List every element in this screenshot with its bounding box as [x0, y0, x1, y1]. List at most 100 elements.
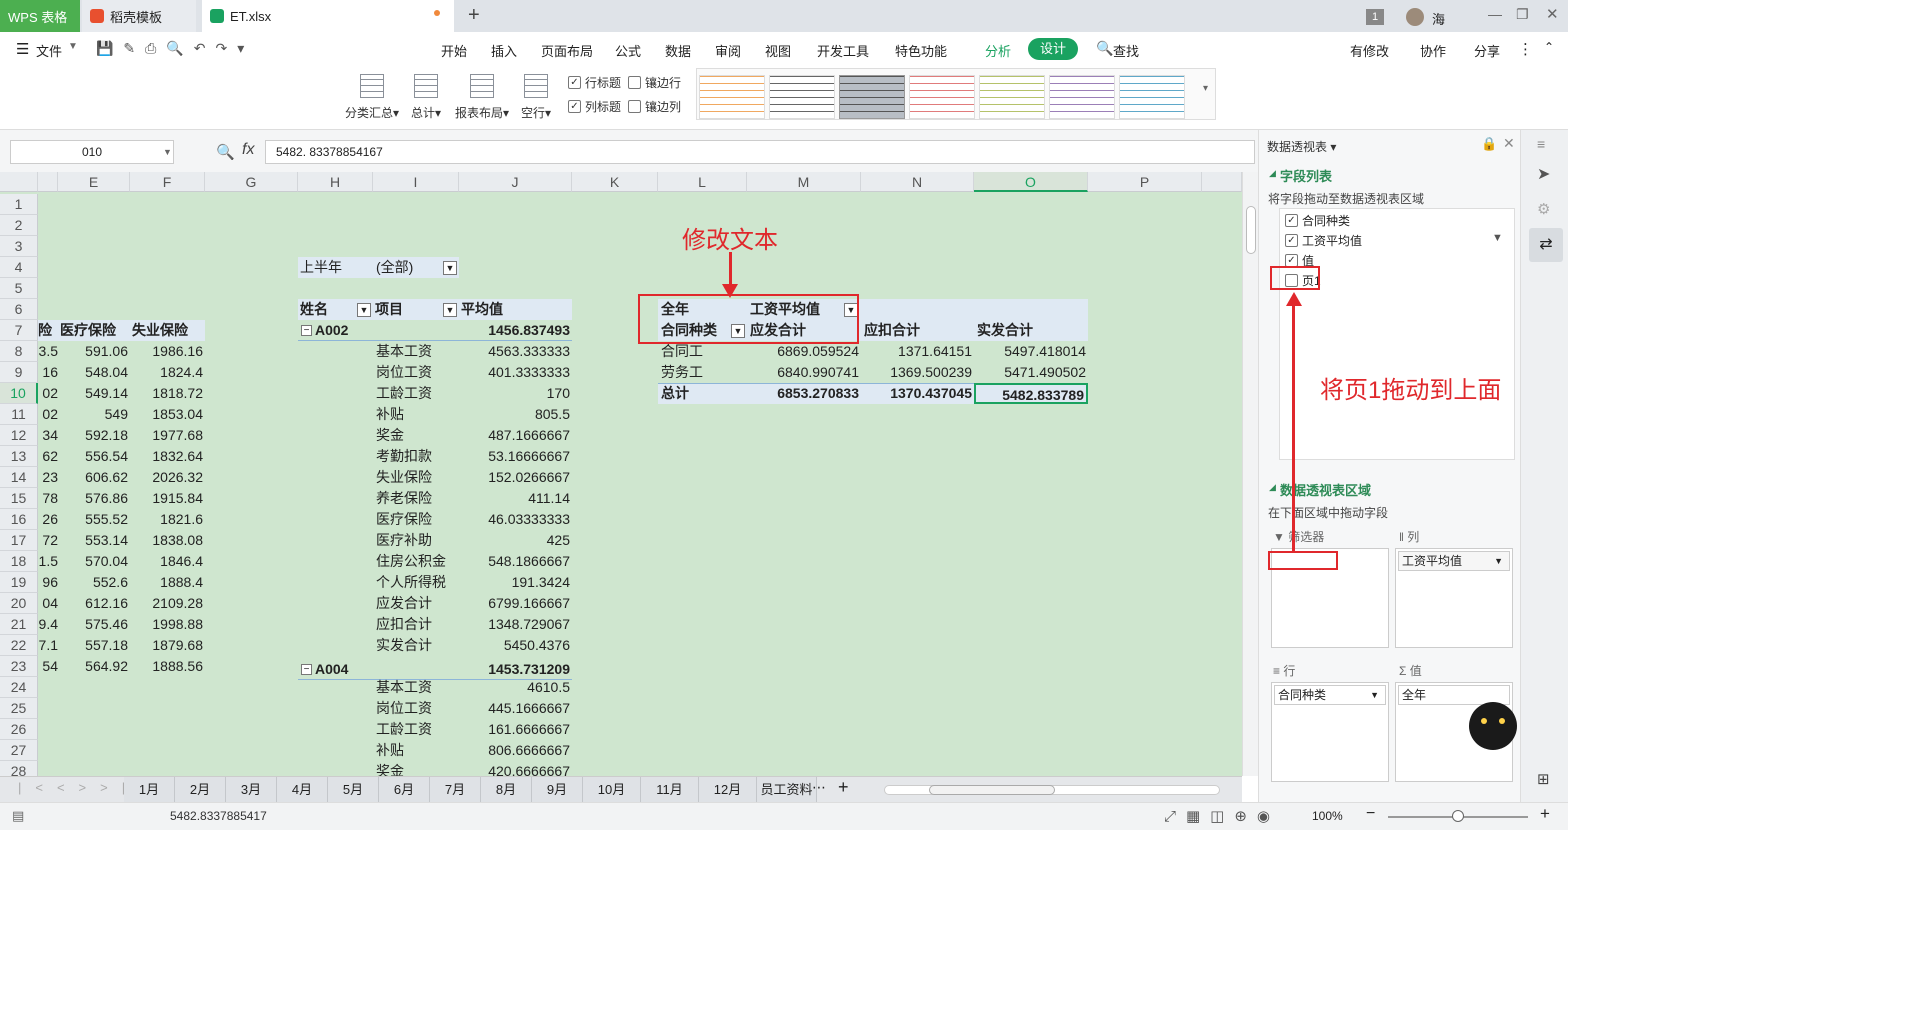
sheet-tab[interactable]: 7月	[430, 777, 481, 803]
macro-icon[interactable]: ▤	[12, 808, 24, 824]
row-header[interactable]: 11	[0, 404, 38, 425]
zoom-level[interactable]: 100%	[1312, 809, 1343, 823]
left-data-cell[interactable]: 1818.72	[130, 383, 203, 404]
pivot1-item-label[interactable]: 奖金	[376, 761, 458, 776]
left-data-cell[interactable]: 1977.68	[130, 425, 203, 446]
pivot1-item-value[interactable]: 53.16666667	[459, 446, 570, 467]
pivot1-item-value[interactable]: 420.6666667	[459, 761, 570, 776]
pivot1-item-label[interactable]: 失业保险	[376, 467, 458, 488]
pivot2-total-gross[interactable]: 6853.270833	[747, 383, 859, 404]
column-header-G[interactable]: G	[205, 172, 298, 192]
left-header-cell[interactable]: 险	[38, 320, 58, 341]
row-header[interactable]: 12	[0, 425, 38, 446]
modified-button[interactable]: 有修改	[1350, 41, 1389, 60]
left-data-cell[interactable]: 553.14	[58, 530, 128, 551]
left-data-cell[interactable]: 34	[38, 425, 58, 446]
column-header-L[interactable]: L	[658, 172, 747, 192]
pivot1-header-avg[interactable]: 平均值	[461, 299, 561, 320]
pivot1-filter-label[interactable]: 上半年	[300, 257, 370, 278]
pivot2-row-value[interactable]: 6869.059524	[747, 341, 859, 362]
pivot1-item-label[interactable]: 应扣合计	[376, 614, 458, 635]
zoom-out-icon[interactable]: −	[1366, 805, 1375, 823]
row-header[interactable]: 1	[0, 194, 38, 215]
style-swatch-selected[interactable]	[839, 75, 905, 119]
pivot1-item-label[interactable]: 工龄工资	[376, 719, 458, 740]
row-header[interactable]: 17	[0, 530, 38, 551]
fx-icon[interactable]: fx	[242, 141, 254, 159]
banded-cols-checkbox[interactable]: 镶边列	[628, 98, 681, 115]
left-data-cell[interactable]: 7.1	[38, 635, 58, 656]
left-data-cell[interactable]: 606.62	[58, 467, 128, 488]
settings-icon[interactable]: ⚙	[1537, 200, 1550, 218]
sheet-tab[interactable]: 员工资料	[757, 777, 817, 803]
filter-funnel-icon[interactable]: ▼	[357, 303, 371, 317]
left-data-cell[interactable]: 02	[38, 404, 58, 425]
pivot-panel-icon[interactable]: ⇄	[1529, 228, 1563, 262]
left-data-cell[interactable]: 549	[58, 404, 128, 425]
selected-cell-O10[interactable]: 5482.833789	[974, 383, 1088, 404]
row-header[interactable]: 25	[0, 698, 38, 719]
left-header-cell[interactable]: 失业保险	[132, 320, 205, 341]
menu-insert[interactable]: 插入	[491, 41, 517, 60]
pivot1-item-value[interactable]: 401.3333333	[459, 362, 570, 383]
expand-icon[interactable]: ◢	[1269, 168, 1276, 179]
pivot1-item-label[interactable]: 补贴	[376, 404, 458, 425]
menu-review[interactable]: 审阅	[715, 41, 741, 60]
row-header[interactable]: 28	[0, 761, 38, 776]
pivot2-header-deduct[interactable]: 应扣合计	[864, 320, 964, 341]
menu-lines-icon[interactable]: ≡	[1537, 136, 1545, 152]
zoom-in-icon[interactable]: +	[1540, 804, 1550, 824]
pivot1-item-value[interactable]: 4563.333333	[459, 341, 570, 362]
row-header[interactable]: 14	[0, 467, 38, 488]
checkbox-icon[interactable]: ✓	[1285, 234, 1298, 247]
pivot1-item-label[interactable]: 岗位工资	[376, 698, 458, 719]
sheet-tab[interactable]: 11月	[641, 777, 699, 803]
pivot1-item-label[interactable]: 考勤扣款	[376, 446, 458, 467]
left-data-cell[interactable]: 570.04	[58, 551, 128, 572]
formula-input[interactable]: 5482. 83378854167	[265, 140, 1255, 164]
row-header[interactable]: 20	[0, 593, 38, 614]
pivot2-row-value[interactable]: 1369.500239	[861, 362, 972, 383]
gallery-more-icon[interactable]: ▾	[1203, 83, 1208, 94]
sheet-nav-icons[interactable]: |<<>>|	[18, 780, 139, 795]
sheet-tab[interactable]: 9月	[532, 777, 583, 803]
row-header[interactable]: 13	[0, 446, 38, 467]
left-data-cell[interactable]: 72	[38, 530, 58, 551]
row-header[interactable]: 19	[0, 572, 38, 593]
avatar[interactable]	[1406, 8, 1424, 26]
column-header-K[interactable]: K	[572, 172, 658, 192]
sheet-tab[interactable]: 5月	[328, 777, 379, 803]
left-data-cell[interactable]: 575.46	[58, 614, 128, 635]
quick-access-toolbar[interactable]: 💾✎⎙🔍↶↷▾	[96, 40, 254, 57]
menu-search[interactable]: 查找	[1113, 41, 1139, 60]
pivot1-item-label[interactable]: 个人所得税	[376, 572, 458, 593]
menu-formula[interactable]: 公式	[615, 41, 641, 60]
row-header[interactable]: 21	[0, 614, 38, 635]
column-header-N[interactable]: N	[861, 172, 974, 192]
left-data-cell[interactable]: 1832.64	[130, 446, 203, 467]
column-header-F[interactable]: F	[130, 172, 205, 192]
left-data-cell[interactable]: 23	[38, 467, 58, 488]
left-data-cell[interactable]: 1824.4	[130, 362, 203, 383]
menu-features[interactable]: 特色功能	[895, 41, 947, 60]
left-data-cell[interactable]: 9.4	[38, 614, 58, 635]
pivot2-header-net[interactable]: 实发合计	[977, 320, 1077, 341]
row-header[interactable]: 27	[0, 740, 38, 761]
left-data-cell[interactable]: 2026.32	[130, 467, 203, 488]
left-data-cell[interactable]: 612.16	[58, 593, 128, 614]
column-header-I[interactable]: I	[373, 172, 459, 192]
pivot1-item-value[interactable]: 161.6666667	[459, 719, 570, 740]
sheet-tab[interactable]: 10月	[583, 777, 641, 803]
pivot1-item-value[interactable]: 4610.5	[459, 677, 570, 698]
view-mode-icons[interactable]: ⤢▦◫⊕◉	[1164, 807, 1280, 825]
pivot1-item-label[interactable]: 实发合计	[376, 635, 458, 656]
left-data-cell[interactable]: 557.18	[58, 635, 128, 656]
h-scroll-thumb[interactable]	[929, 785, 1055, 795]
left-data-cell[interactable]: 2109.28	[130, 593, 203, 614]
report-layout-button[interactable]: 报表布局▾	[452, 74, 512, 121]
menu-home[interactable]: 开始	[441, 41, 467, 60]
pivot2-row-value[interactable]: 6840.990741	[747, 362, 859, 383]
left-data-cell[interactable]: 1846.4	[130, 551, 203, 572]
new-tab-button[interactable]: +	[468, 4, 480, 27]
close-icon[interactable]: ✕	[1546, 5, 1559, 23]
